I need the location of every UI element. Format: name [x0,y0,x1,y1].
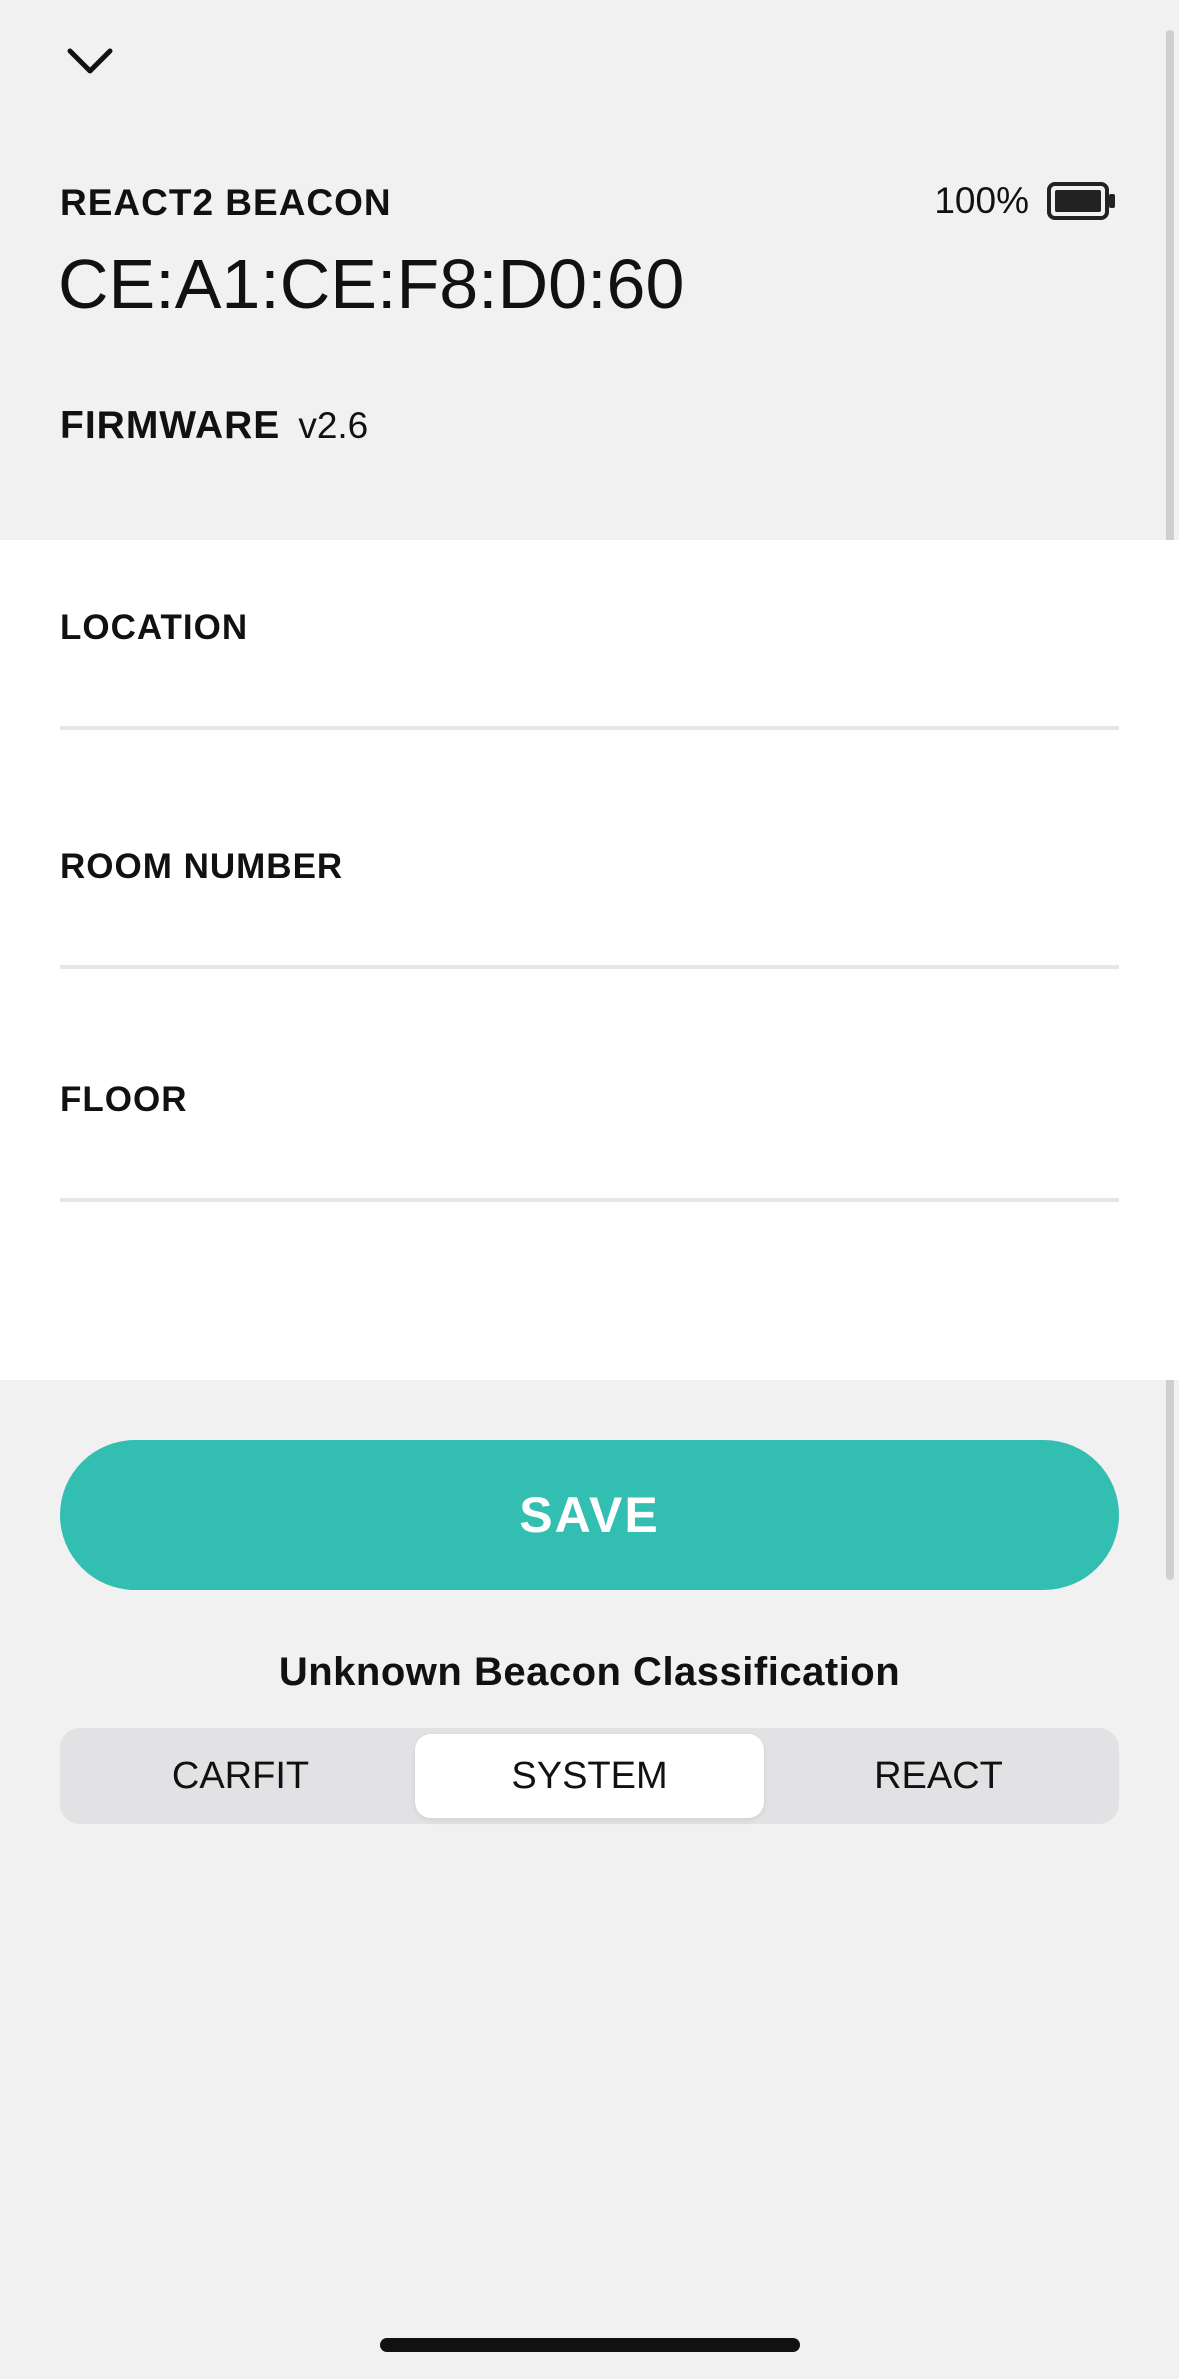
location-field: LOCATION [60,608,1119,730]
classification-segmented-control: CARFIT SYSTEM REACT [60,1728,1119,1824]
firmware-version: v2.6 [298,405,369,446]
battery-percent: 100% [934,180,1029,221]
floor-input[interactable] [60,1132,1119,1202]
save-button[interactable]: SAVE [60,1440,1119,1590]
home-indicator[interactable] [380,2338,800,2352]
location-form: LOCATION ROOM NUMBER FLOOR [0,540,1179,1380]
room-number-input[interactable] [60,899,1119,969]
mac-address: CE:A1:CE:F8:D0:60 [58,245,685,323]
location-label: LOCATION [60,608,249,647]
segment-system[interactable]: SYSTEM [415,1734,764,1818]
device-type-label: REACT2 BEACON [60,182,392,223]
beacon-detail-screen: REACT2 BEACON 100% CE:A1:CE:F8:D0:60 FIR… [0,0,1179,2379]
firmware-info: FIRMWARE v2.6 [60,404,368,448]
floor-label: FLOOR [60,1080,188,1119]
chevron-down-icon [67,48,113,74]
dismiss-button[interactable] [60,36,120,86]
floor-field: FLOOR [60,1080,1119,1202]
battery-icon [1047,182,1115,220]
segment-carfit[interactable]: CARFIT [66,1734,415,1818]
room-number-field: ROOM NUMBER [60,847,1119,969]
segment-react[interactable]: REACT [764,1734,1113,1818]
battery-status: 100% [934,180,1117,222]
location-input[interactable] [60,660,1119,730]
room-number-label: ROOM NUMBER [60,847,344,886]
classification-title: Unknown Beacon Classification [278,1650,901,1694]
firmware-label: FIRMWARE [60,404,281,447]
